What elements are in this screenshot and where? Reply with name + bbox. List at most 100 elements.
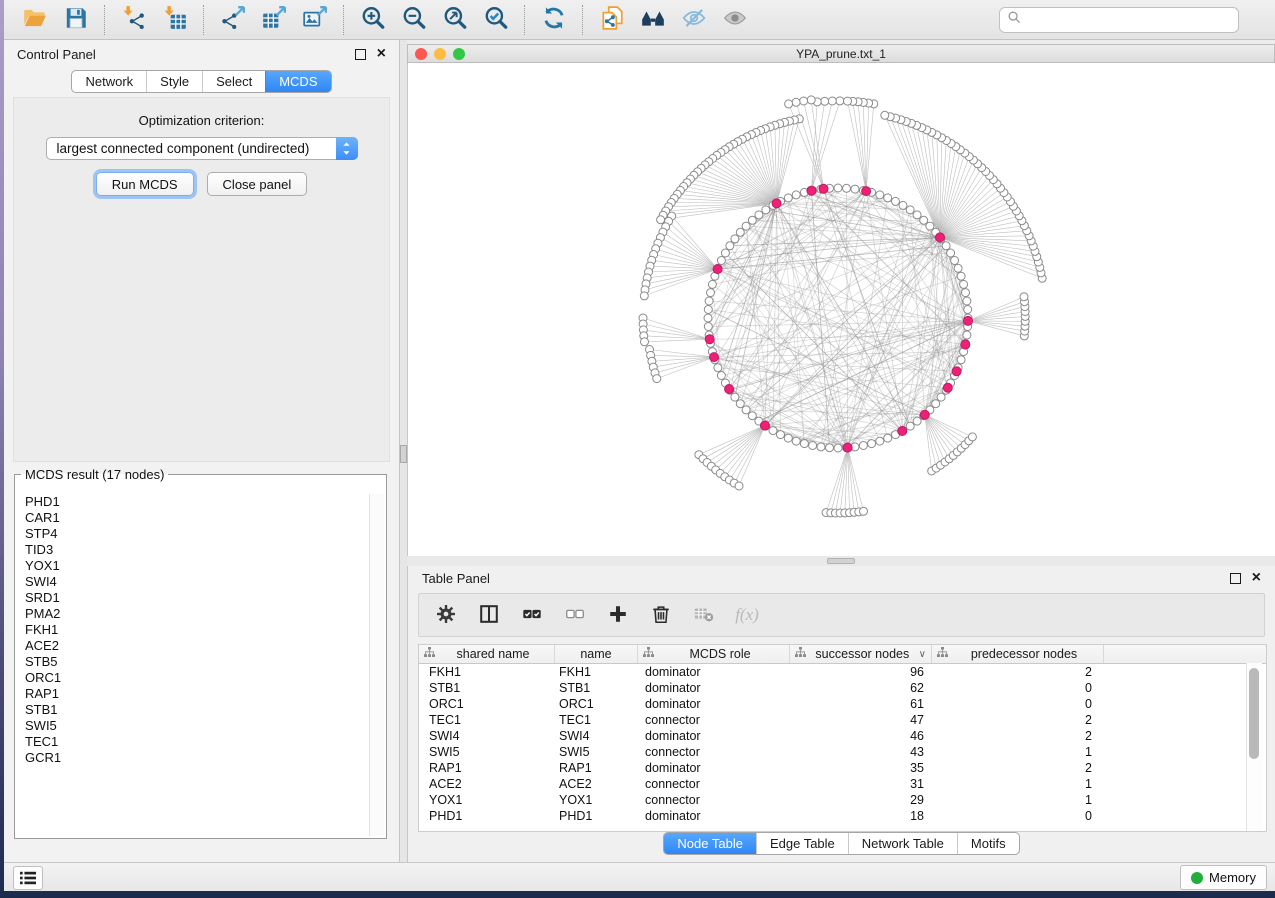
graph-leaf-node[interactable] bbox=[641, 338, 649, 346]
mcds-result-item[interactable]: SWI5 bbox=[25, 718, 368, 734]
network-window-titlebar[interactable]: YPA_prune.txt_1 bbox=[407, 44, 1275, 63]
graph-hub-node[interactable] bbox=[964, 316, 973, 325]
close-mcds-panel-button[interactable]: Close panel bbox=[207, 172, 308, 196]
mcds-result-item[interactable]: STP4 bbox=[25, 526, 368, 542]
graph-leaf-node[interactable] bbox=[828, 97, 836, 105]
graph-node[interactable] bbox=[868, 440, 876, 448]
graph-hub-node[interactable] bbox=[772, 199, 781, 208]
horizontal-splitter-handle[interactable] bbox=[827, 558, 855, 564]
graph-node[interactable] bbox=[947, 249, 955, 257]
table-row[interactable]: SWI5SWI5connector431 bbox=[419, 744, 1266, 760]
search-input[interactable] bbox=[1022, 11, 1231, 28]
mcds-result-item[interactable]: ACE2 bbox=[25, 638, 368, 654]
graph-node[interactable] bbox=[736, 228, 744, 236]
graph-node[interactable] bbox=[942, 242, 950, 250]
close-table-panel-icon[interactable]: × bbox=[1252, 570, 1261, 586]
mcds-result-item[interactable]: CAR1 bbox=[25, 510, 368, 526]
graph-node[interactable] bbox=[859, 442, 867, 450]
graph-node[interactable] bbox=[884, 434, 892, 442]
graph-node[interactable] bbox=[717, 372, 725, 380]
graph-node[interactable] bbox=[714, 364, 722, 372]
graph-hub-node[interactable] bbox=[760, 421, 769, 430]
hide-selected-button[interactable] bbox=[673, 3, 714, 37]
graph-leaf-node[interactable] bbox=[844, 97, 852, 105]
save-session-button[interactable] bbox=[55, 3, 96, 37]
zoom-selected-button[interactable] bbox=[475, 3, 516, 37]
clone-network-button[interactable] bbox=[591, 3, 632, 37]
graph-node[interactable] bbox=[769, 427, 777, 435]
graph-node[interactable] bbox=[784, 434, 792, 442]
column-header-name[interactable]: name bbox=[555, 645, 638, 663]
graph-node[interactable] bbox=[884, 194, 892, 202]
graph-node[interactable] bbox=[826, 444, 834, 452]
tab-edge-table[interactable]: Edge Table bbox=[756, 833, 848, 854]
tab-node-table[interactable]: Node Table bbox=[664, 833, 756, 854]
graph-node[interactable] bbox=[899, 201, 907, 209]
graph-node[interactable] bbox=[926, 222, 934, 230]
column-header-MCDS-role[interactable]: MCDS role bbox=[638, 645, 790, 663]
graph-leaf-node[interactable] bbox=[640, 292, 648, 300]
graph-node[interactable] bbox=[843, 184, 851, 192]
float-table-panel-icon[interactable] bbox=[1230, 573, 1241, 584]
table-row[interactable]: STB1STB1dominator620 bbox=[419, 680, 1266, 696]
graph-node[interactable] bbox=[742, 406, 750, 414]
first-neighbors-button[interactable] bbox=[632, 3, 673, 37]
graph-hub-node[interactable] bbox=[898, 427, 907, 436]
graph-leaf-node[interactable] bbox=[807, 96, 815, 104]
graph-node[interactable] bbox=[851, 185, 859, 193]
graph-node[interactable] bbox=[913, 211, 921, 219]
zoom-fit-button[interactable] bbox=[434, 3, 475, 37]
tab-motifs[interactable]: Motifs bbox=[957, 833, 1019, 854]
import-network-button[interactable] bbox=[113, 3, 154, 37]
graph-leaf-node[interactable] bbox=[821, 97, 829, 105]
tab-network-table[interactable]: Network Table bbox=[848, 833, 957, 854]
select-all-button[interactable] bbox=[520, 603, 544, 627]
export-image-button[interactable] bbox=[294, 3, 335, 37]
graph-leaf-node[interactable] bbox=[653, 375, 661, 383]
mcds-result-item[interactable]: SWI4 bbox=[25, 574, 368, 590]
graph-node[interactable] bbox=[906, 206, 914, 214]
graph-hub-node[interactable] bbox=[943, 383, 952, 392]
graph-hub-node[interactable] bbox=[705, 335, 714, 344]
deselect-all-button[interactable] bbox=[563, 603, 587, 627]
vertical-splitter[interactable] bbox=[400, 40, 407, 863]
table-scrollbar-thumb[interactable] bbox=[1249, 668, 1259, 759]
table-row[interactable]: FKH1FKH1dominator962 bbox=[419, 664, 1266, 680]
settings-button[interactable] bbox=[434, 603, 458, 627]
graph-node[interactable] bbox=[792, 437, 800, 445]
graph-node[interactable] bbox=[834, 184, 842, 192]
graph-node[interactable] bbox=[957, 356, 965, 364]
mcds-result-item[interactable]: GCR1 bbox=[25, 750, 368, 766]
tab-network[interactable]: Network bbox=[72, 71, 146, 92]
mcds-result-item[interactable]: PMA2 bbox=[25, 606, 368, 622]
graph-leaf-node[interactable] bbox=[792, 98, 800, 106]
graph-node[interactable] bbox=[726, 242, 734, 250]
graph-leaf-node[interactable] bbox=[735, 482, 743, 490]
graph-node[interactable] bbox=[704, 306, 712, 314]
graph-node[interactable] bbox=[932, 400, 940, 408]
graph-leaf-node[interactable] bbox=[968, 433, 976, 441]
mcds-result-item[interactable]: SRD1 bbox=[25, 590, 368, 606]
graph-node[interactable] bbox=[705, 297, 713, 305]
graph-node[interactable] bbox=[920, 216, 928, 224]
task-history-button[interactable] bbox=[13, 866, 43, 890]
graph-node[interactable] bbox=[951, 257, 959, 265]
export-table-button[interactable] bbox=[253, 3, 294, 37]
mcds-result-item[interactable]: PHD1 bbox=[25, 494, 368, 510]
graph-hub-node[interactable] bbox=[713, 265, 722, 274]
memory-button[interactable]: Memory bbox=[1180, 865, 1267, 890]
graph-hub-node[interactable] bbox=[920, 410, 929, 419]
graph-node[interactable] bbox=[906, 422, 914, 430]
horizontal-splitter[interactable] bbox=[407, 556, 1275, 566]
graph-hub-node[interactable] bbox=[961, 340, 970, 349]
column-header-predecessor-nodes[interactable]: predecessor nodes bbox=[932, 645, 1104, 663]
graph-node[interactable] bbox=[707, 289, 715, 297]
tab-mcds[interactable]: MCDS bbox=[265, 71, 330, 92]
graph-node[interactable] bbox=[913, 417, 921, 425]
graph-node[interactable] bbox=[704, 314, 712, 322]
graph-node[interactable] bbox=[954, 264, 962, 272]
import-table-button[interactable] bbox=[154, 3, 195, 37]
mcds-list-scrollbar[interactable] bbox=[369, 494, 384, 836]
graph-node[interactable] bbox=[731, 393, 739, 401]
add-column-button[interactable] bbox=[606, 603, 630, 627]
